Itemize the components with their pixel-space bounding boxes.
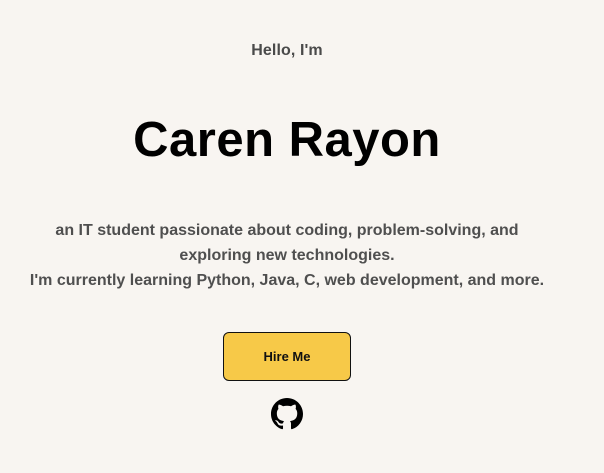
- hero-section: Hello, I'm Caren Rayon an IT student pas…: [0, 0, 574, 473]
- description-line: an IT student passionate about coding, p…: [55, 222, 519, 239]
- greeting-text: Hello, I'm: [251, 42, 323, 59]
- description-line: exploring new technologies.: [179, 247, 395, 264]
- portfolio-page: Hello, I'm Caren Rayon an IT student pas…: [0, 0, 604, 473]
- hero-description: an IT student passionate about coding, p…: [0, 218, 574, 293]
- hire-me-button[interactable]: Hire Me: [223, 332, 351, 381]
- hero-name: Caren Rayon: [133, 113, 441, 167]
- github-icon: [271, 398, 303, 430]
- description-line: I'm currently learning Python, Java, C, …: [29, 272, 545, 289]
- github-link[interactable]: [270, 397, 304, 431]
